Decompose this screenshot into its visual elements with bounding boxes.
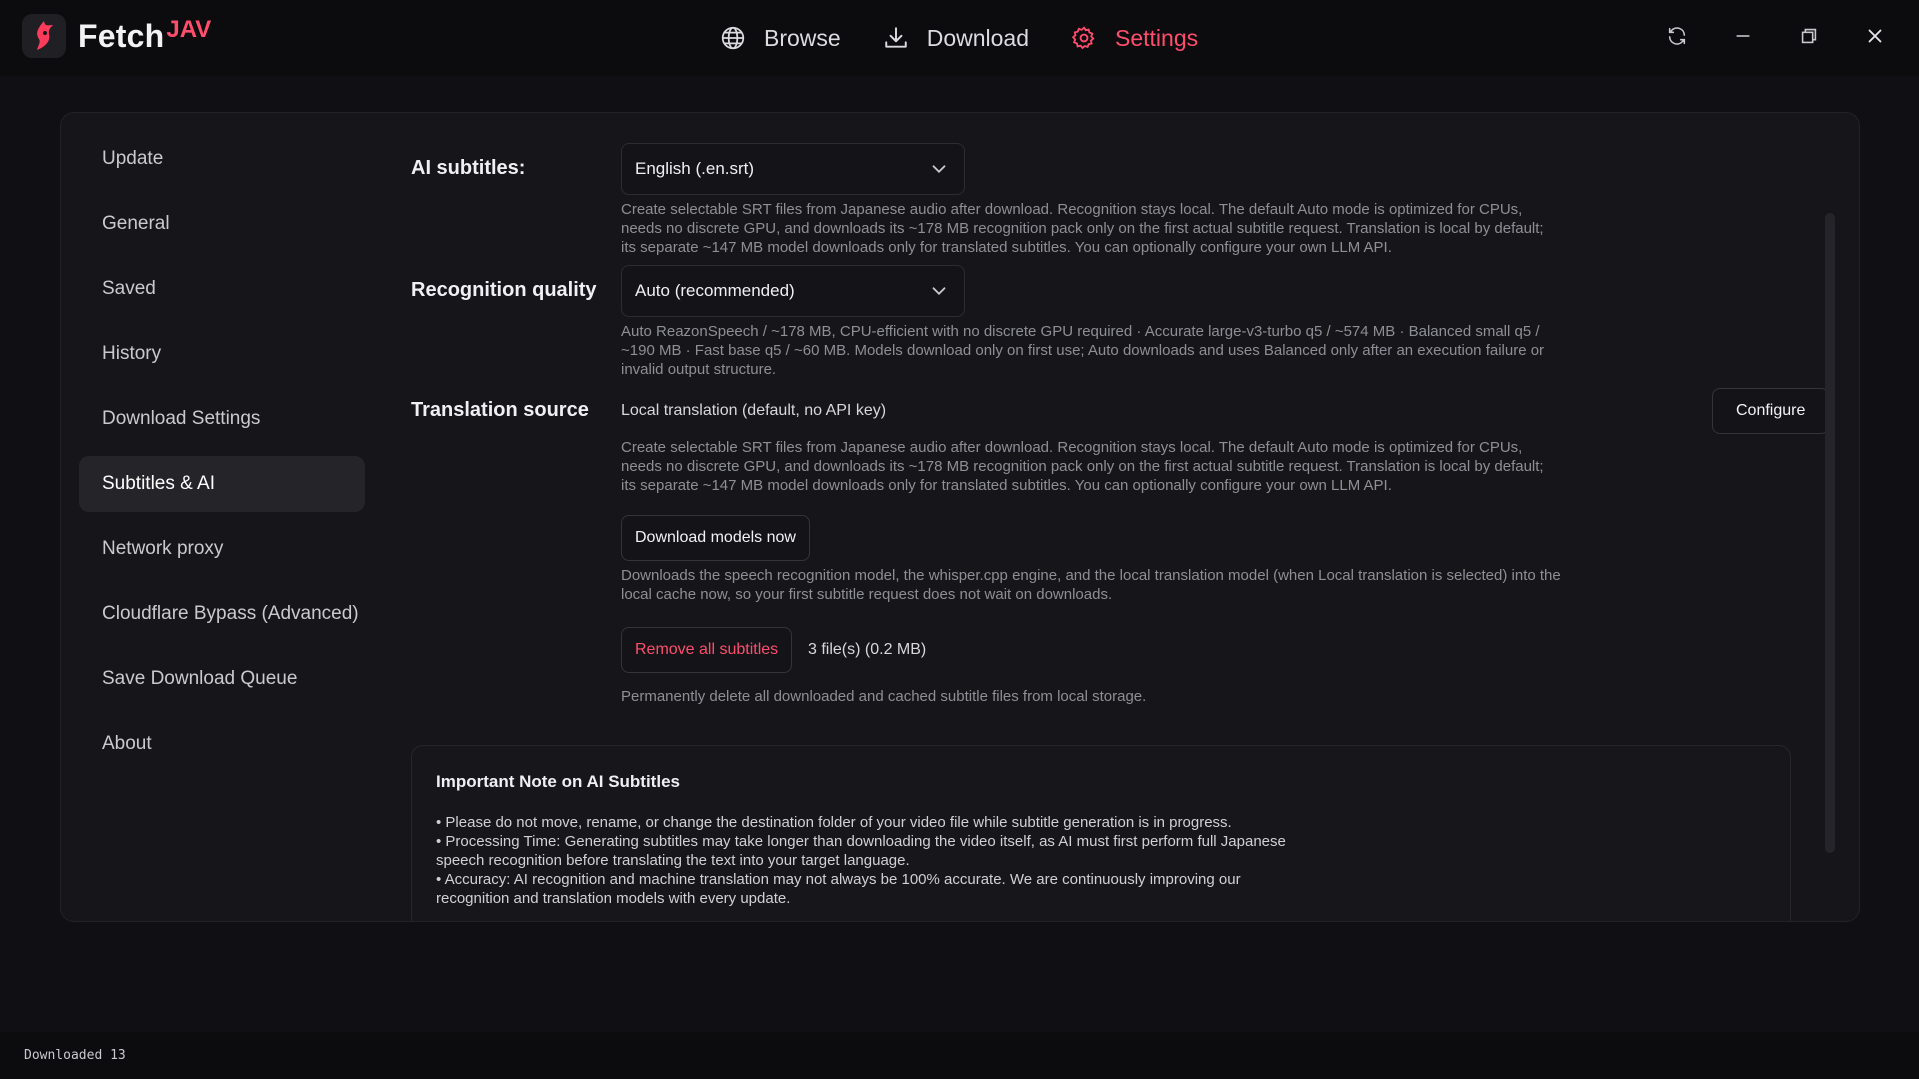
- sidebar-item-cloudflare-bypass[interactable]: Cloudflare Bypass (Advanced): [79, 586, 365, 642]
- ai-subtitles-label: AI subtitles:: [411, 157, 526, 179]
- chevron-down-icon: [932, 287, 946, 296]
- sidebar-item-label: History: [102, 343, 162, 364]
- sidebar-item-label: Subtitles & AI: [102, 473, 216, 494]
- close-icon: [1868, 29, 1882, 43]
- nav-settings-label: Settings: [1115, 24, 1199, 51]
- ai-subtitles-value: English (.en.srt): [635, 159, 755, 178]
- nav-settings[interactable]: Settings: [1071, 25, 1198, 52]
- status-text: Downloaded 13: [24, 1048, 126, 1063]
- gear-icon: [1071, 26, 1095, 50]
- maximize-button[interactable]: [1795, 22, 1823, 50]
- sidebar-item-download-settings[interactable]: Download Settings: [79, 391, 365, 447]
- settings-content: AI subtitles: English (.en.srt) Create s…: [411, 113, 1841, 921]
- recognition-quality-value: Auto (recommended): [635, 281, 795, 300]
- recognition-quality-label: Recognition quality: [411, 279, 597, 301]
- nav-browse[interactable]: Browse: [720, 25, 841, 52]
- remove-all-subtitles-button[interactable]: Remove all subtitles: [621, 627, 793, 673]
- translation-source-value: Local translation (default, no API key): [621, 402, 887, 419]
- download-models-button[interactable]: Download models now: [621, 515, 810, 561]
- sidebar-item-saved[interactable]: Saved: [79, 261, 365, 317]
- subtitle-file-count: 3 file(s) (0.2 MB): [808, 641, 927, 658]
- note-line: • Accuracy: AI recognition and machine t…: [436, 871, 1241, 907]
- note-line: • Processing Time: Generating subtitles …: [436, 833, 1286, 869]
- sidebar-item-update[interactable]: Update: [79, 131, 365, 187]
- download-icon: [884, 27, 907, 48]
- restore-icon: [1801, 28, 1817, 44]
- settings-sidebar: Update General Saved History Download Se…: [79, 131, 365, 781]
- minimize-button[interactable]: [1729, 22, 1757, 50]
- note-line: • Please do not move, rename, or change …: [436, 814, 1232, 831]
- sidebar-item-subtitles-ai[interactable]: Subtitles & AI: [79, 456, 365, 512]
- sidebar-item-label: Network proxy: [102, 538, 224, 559]
- globe-icon: [721, 26, 745, 50]
- nav-download-label: Download: [926, 24, 1029, 51]
- chevron-down-icon: [932, 165, 946, 174]
- nav-download[interactable]: Download: [883, 25, 1029, 52]
- window-controls: [1663, 22, 1889, 50]
- refresh-icon: [1668, 27, 1686, 45]
- sidebar-item-history[interactable]: History: [79, 326, 365, 382]
- content-scrollbar[interactable]: [1825, 213, 1835, 853]
- app-logo: FetchJAV: [22, 14, 211, 58]
- minimize-icon: [1736, 35, 1750, 37]
- refresh-button[interactable]: [1663, 22, 1691, 50]
- recognition-quality-description: Auto ReazonSpeech / ~178 MB, CPU-efficie…: [621, 323, 1545, 378]
- note-title: Important Note on AI Subtitles: [436, 772, 680, 791]
- status-bar: Downloaded 13: [0, 1032, 1919, 1079]
- configure-button[interactable]: Configure: [1712, 388, 1830, 434]
- ai-subtitles-select[interactable]: English (.en.srt): [621, 143, 965, 195]
- sidebar-item-label: About: [102, 733, 152, 754]
- download-models-description: Downloads the speech recognition model, …: [621, 567, 1561, 603]
- sidebar-item-label: Saved: [102, 278, 156, 299]
- remove-subtitles-description: Permanently delete all downloaded and ca…: [621, 688, 1147, 705]
- main-nav: Browse Download Settings: [720, 18, 1198, 58]
- title-bar: FetchJAV Browse Download Settings: [0, 0, 1919, 76]
- sidebar-item-label: Update: [102, 148, 164, 169]
- close-button[interactable]: [1861, 22, 1889, 50]
- sidebar-item-general[interactable]: General: [79, 196, 365, 252]
- translation-source-description: Create selectable SRT files from Japanes…: [621, 439, 1544, 494]
- ai-subtitles-note: Important Note on AI Subtitles • Please …: [411, 745, 1791, 921]
- translation-source-label: Translation source: [411, 399, 589, 421]
- sidebar-item-label: Cloudflare Bypass (Advanced): [102, 603, 359, 624]
- sidebar-item-label: Save Download Queue: [102, 668, 298, 689]
- app-logo-icon: [22, 14, 66, 58]
- recognition-quality-select[interactable]: Auto (recommended): [621, 265, 965, 317]
- settings-panel: Update General Saved History Download Se…: [60, 112, 1860, 922]
- sidebar-item-label: General: [102, 213, 170, 234]
- sidebar-item-save-download-queue[interactable]: Save Download Queue: [79, 651, 365, 707]
- app-title: FetchJAV: [78, 15, 212, 54]
- ai-subtitles-description: Create selectable SRT files from Japanes…: [621, 201, 1544, 256]
- nav-browse-label: Browse: [764, 24, 841, 51]
- sidebar-item-network-proxy[interactable]: Network proxy: [79, 521, 365, 577]
- sidebar-item-about[interactable]: About: [79, 716, 365, 772]
- sidebar-item-label: Download Settings: [102, 408, 261, 429]
